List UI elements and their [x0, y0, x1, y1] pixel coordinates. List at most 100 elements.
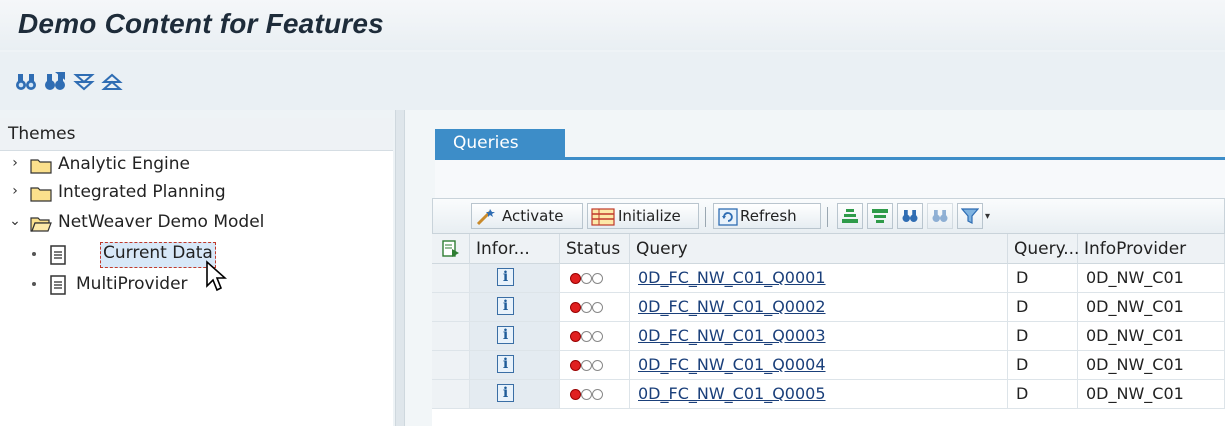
infoprovider-value: 0D_NW_C01: [1086, 297, 1184, 316]
tree-item-label: Current Data: [100, 242, 216, 268]
row-selector[interactable]: [432, 380, 470, 409]
query-link[interactable]: 0D_FC_NW_C01_Q0003: [638, 326, 826, 345]
column-header-status[interactable]: Status: [560, 234, 630, 264]
query-link[interactable]: 0D_FC_NW_C01_Q0002: [638, 297, 826, 316]
row-selector[interactable]: [432, 264, 470, 293]
column-header-label: Status: [566, 239, 621, 259]
info-cell[interactable]: i: [470, 351, 560, 380]
query-type-cell: D: [1008, 380, 1078, 409]
row-selector[interactable]: [432, 351, 470, 380]
infoprovider-cell: 0D_NW_C01: [1078, 264, 1225, 293]
tab-queries[interactable]: Queries: [435, 129, 565, 159]
refresh-icon: [718, 208, 738, 226]
info-icon[interactable]: i: [497, 268, 514, 286]
status-yellow-light-icon: [581, 273, 592, 284]
tree-item-label: Integrated Planning: [58, 182, 226, 202]
initialize-button[interactable]: Initialize: [587, 203, 699, 229]
document-icon: [50, 275, 66, 295]
select-all-header[interactable]: [432, 234, 470, 264]
status-green-light-icon: [592, 389, 603, 400]
document-icon: [50, 245, 66, 265]
find-next-icon[interactable]: [927, 203, 953, 229]
infoprovider-cell: 0D_NW_C01: [1078, 322, 1225, 351]
status-red-light-icon: [570, 273, 581, 284]
filter-dropdown-icon[interactable]: ▾: [985, 211, 990, 222]
chevron-right-icon[interactable]: ›: [8, 184, 22, 198]
bullet-icon: [32, 252, 36, 256]
table-row[interactable]: i 0D_FC_NW_C01_Q0001 D 0D_NW_C01: [432, 264, 1225, 293]
query-type-value: D: [1016, 268, 1029, 287]
status-green-light-icon: [592, 273, 603, 284]
status-yellow-light-icon: [581, 360, 592, 371]
infoprovider-cell: 0D_NW_C01: [1078, 351, 1225, 380]
status-cell: [560, 380, 630, 409]
themes-panel: Themes › Analytic Engine › Integrated Pl…: [0, 118, 393, 426]
activate-button[interactable]: Activate: [471, 203, 583, 229]
tree-item-current-data[interactable]: Current Data: [0, 242, 390, 270]
tree-item-netweaver-demo-model[interactable]: ⌄ NetWeaver Demo Model: [0, 210, 390, 238]
status-green-light-icon: [592, 302, 603, 313]
row-selector[interactable]: [432, 293, 470, 322]
expand-all-icon[interactable]: [72, 70, 96, 94]
infoprovider-value: 0D_NW_C01: [1086, 268, 1184, 287]
mouse-cursor-icon: [206, 260, 227, 292]
query-type-value: D: [1016, 326, 1029, 345]
grid-toolbar: Activate Initialize Refresh ▾: [432, 198, 1225, 234]
collapse-all-icon[interactable]: [100, 70, 124, 94]
column-header-info[interactable]: Infor...: [470, 234, 560, 264]
status-cell: [560, 293, 630, 322]
chevron-down-icon[interactable]: ⌄: [8, 214, 22, 228]
tree-item-multiprovider[interactable]: MultiProvider: [0, 272, 390, 300]
info-icon[interactable]: i: [497, 326, 514, 344]
tree-item-integrated-planning[interactable]: › Integrated Planning: [0, 180, 390, 208]
column-header-infoprovider[interactable]: InfoProvider: [1078, 234, 1225, 264]
status-red-light-icon: [570, 360, 581, 371]
find-icon[interactable]: [14, 70, 38, 94]
table-row[interactable]: i 0D_FC_NW_C01_Q0004 D 0D_NW_C01: [432, 351, 1225, 380]
find-next-icon[interactable]: [43, 70, 67, 94]
tree-item-analytic-engine[interactable]: › Analytic Engine: [0, 152, 390, 180]
tab-label: Queries: [453, 133, 519, 153]
infoprovider-value: 0D_NW_C01: [1086, 326, 1184, 345]
table-row[interactable]: i 0D_FC_NW_C01_Q0003 D 0D_NW_C01: [432, 322, 1225, 351]
chevron-right-icon[interactable]: ›: [8, 156, 22, 170]
info-icon[interactable]: i: [497, 384, 514, 402]
themes-header: Themes: [0, 118, 393, 151]
sort-icon[interactable]: [837, 203, 863, 229]
status-green-light-icon: [592, 360, 603, 371]
initialize-label: Initialize: [618, 207, 681, 225]
info-icon[interactable]: i: [497, 355, 514, 373]
status-cell: [560, 264, 630, 293]
info-cell[interactable]: i: [470, 293, 560, 322]
status-cell: [560, 351, 630, 380]
table-row[interactable]: i 0D_FC_NW_C01_Q0002 D 0D_NW_C01: [432, 293, 1225, 322]
row-selector[interactable]: [432, 322, 470, 351]
title-bar: Demo Content for Features: [0, 0, 1225, 50]
info-cell[interactable]: i: [470, 380, 560, 409]
column-header-query[interactable]: Query: [630, 234, 1008, 264]
query-link[interactable]: 0D_FC_NW_C01_Q0004: [638, 355, 826, 374]
info-cell[interactable]: i: [470, 264, 560, 293]
sort-descending-icon[interactable]: [867, 203, 893, 229]
infoprovider-cell: 0D_NW_C01: [1078, 293, 1225, 322]
bullet-icon: [32, 282, 36, 286]
query-link[interactable]: 0D_FC_NW_C01_Q0005: [638, 384, 826, 403]
query-cell: 0D_FC_NW_C01_Q0005: [630, 380, 1008, 409]
column-header-query-type[interactable]: Query...: [1008, 234, 1080, 264]
query-type-cell: D: [1008, 322, 1078, 351]
activate-label: Activate: [502, 207, 564, 225]
info-icon[interactable]: i: [497, 297, 514, 315]
query-cell: 0D_FC_NW_C01_Q0003: [630, 322, 1008, 351]
status-yellow-light-icon: [581, 302, 592, 313]
toolbar-separator: [827, 207, 828, 227]
find-icon[interactable]: [897, 203, 923, 229]
select-all-icon: [442, 240, 459, 257]
refresh-button[interactable]: Refresh: [713, 203, 821, 229]
panel-splitter[interactable]: [395, 110, 405, 426]
table-row[interactable]: i 0D_FC_NW_C01_Q0005 D 0D_NW_C01: [432, 380, 1225, 409]
column-header-label: Query...: [1014, 239, 1080, 259]
query-link[interactable]: 0D_FC_NW_C01_Q0001: [638, 268, 826, 287]
query-type-value: D: [1016, 384, 1029, 403]
info-cell[interactable]: i: [470, 322, 560, 351]
filter-icon[interactable]: [957, 203, 983, 229]
